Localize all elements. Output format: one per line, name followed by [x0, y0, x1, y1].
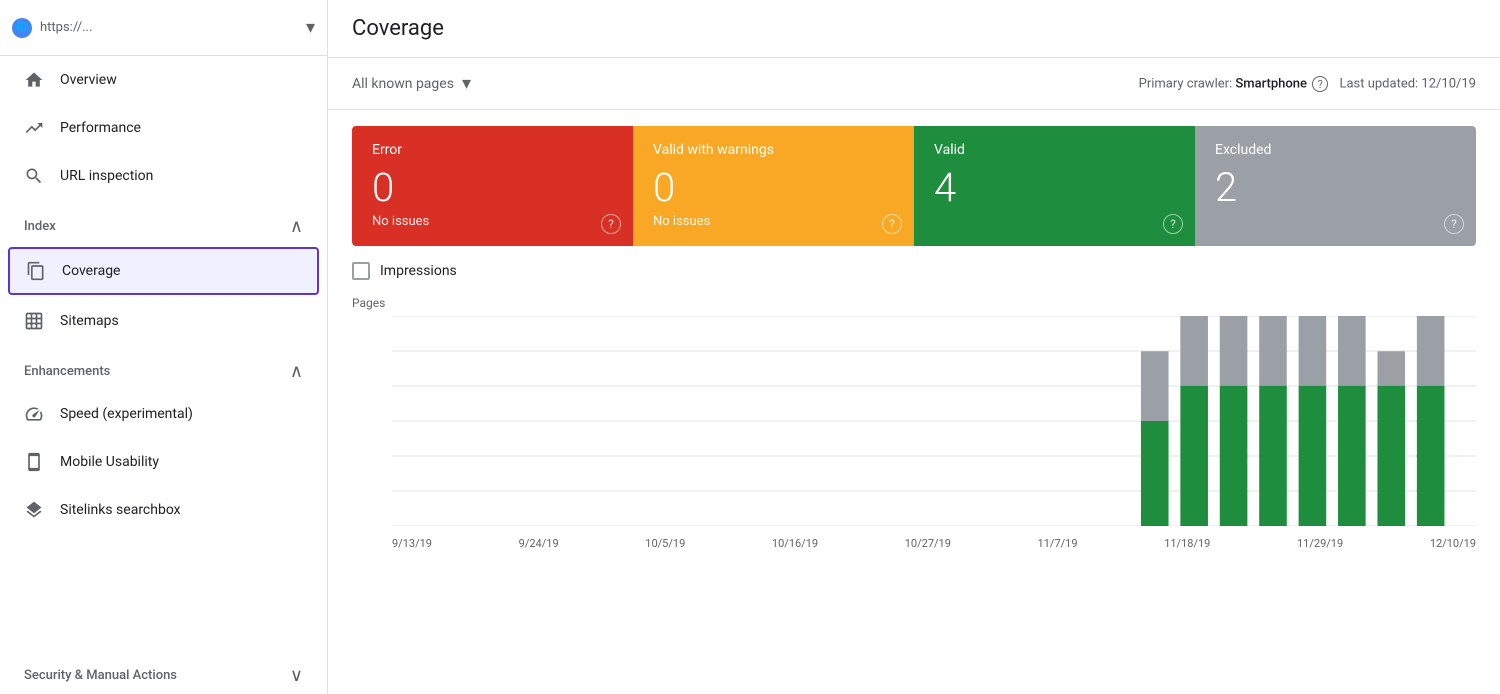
enhancements-section-header: Enhancements ∧: [0, 345, 327, 390]
performance-label: Performance: [60, 120, 141, 136]
phone-icon: [24, 452, 44, 472]
last-updated-prefix: Last updated:: [1339, 76, 1421, 91]
trending-up-icon: [24, 118, 44, 138]
url-dropdown-arrow[interactable]: ▾: [306, 17, 315, 38]
error-card-subtitle: No issues: [372, 214, 613, 229]
sidebar-item-sitelinks[interactable]: Sitelinks searchbox: [0, 486, 327, 534]
status-cards: Error 0 No issues ? Valid with warnings …: [352, 126, 1476, 246]
layers-icon: [24, 500, 44, 520]
sidebar-item-coverage[interactable]: Coverage: [8, 247, 319, 295]
sidebar-item-sitemaps[interactable]: Sitemaps: [0, 297, 327, 345]
impressions-toggle[interactable]: Impressions: [352, 262, 1476, 280]
sidebar-item-performance[interactable]: Performance: [0, 104, 327, 152]
valid-card-count: 4: [934, 166, 1175, 210]
main-content: Coverage All known pages ▾ Primary crawl…: [328, 0, 1500, 694]
site-url: https://...: [40, 20, 298, 35]
sidebar: 🌐 https://... ▾ Overview Performance URL…: [0, 0, 328, 694]
security-section-header: Security & Manual Actions ∨: [0, 649, 327, 694]
filter-dropdown[interactable]: All known pages ▾: [352, 73, 471, 94]
url-inspection-label: URL inspection: [60, 168, 153, 184]
excluded-card-title: Excluded: [1215, 142, 1456, 158]
index-collapse-chevron[interactable]: ∧: [290, 216, 303, 237]
sidebar-item-url-inspection[interactable]: URL inspection: [0, 152, 327, 200]
home-icon: [24, 70, 44, 90]
valid-help-icon[interactable]: ?: [1163, 214, 1183, 234]
x-label-3: 10/16/19: [772, 537, 818, 550]
x-label-8: 12/10/19: [1430, 537, 1476, 550]
mobile-label: Mobile Usability: [60, 454, 159, 470]
x-label-6: 11/18/19: [1164, 537, 1210, 550]
security-collapse-chevron[interactable]: ∨: [290, 665, 303, 686]
excluded-card[interactable]: Excluded 2 ?: [1195, 126, 1476, 246]
enhancements-section-label: Enhancements: [24, 364, 110, 379]
sidebar-item-mobile[interactable]: Mobile Usability: [0, 438, 327, 486]
warning-card-subtitle: No issues: [653, 214, 894, 229]
index-section-header: Index ∧: [0, 200, 327, 245]
url-bar[interactable]: 🌐 https://... ▾: [0, 0, 327, 56]
sidebar-item-overview[interactable]: Overview: [0, 56, 327, 104]
index-section-label: Index: [24, 219, 56, 234]
chart-container: Pages 6 4 2 0: [352, 296, 1476, 556]
crawler-name: Smartphone: [1235, 76, 1307, 91]
filter-label: All known pages: [352, 76, 454, 92]
warning-help-icon[interactable]: ?: [882, 214, 902, 234]
overview-label: Overview: [60, 72, 117, 88]
speed-label: Speed (experimental): [60, 406, 193, 422]
crawler-prefix: Primary crawler:: [1139, 76, 1236, 91]
x-label-4: 10/27/19: [905, 537, 951, 550]
x-label-5: 11/7/19: [1038, 537, 1078, 550]
sidebar-item-speed[interactable]: Speed (experimental): [0, 390, 327, 438]
coverage-icon: [26, 261, 46, 281]
chart-area: 6 4 2 0: [392, 316, 1476, 526]
toolbar: All known pages ▾ Primary crawler: Smart…: [328, 58, 1500, 110]
warning-card-title: Valid with warnings: [653, 142, 894, 158]
meta-info: Primary crawler: Smartphone ? Last updat…: [1139, 76, 1476, 92]
sitemaps-label: Sitemaps: [60, 313, 119, 329]
impressions-label: Impressions: [380, 263, 457, 279]
enhancements-collapse-chevron[interactable]: ∧: [290, 361, 303, 382]
excluded-card-count: 2: [1215, 166, 1456, 210]
filter-dropdown-arrow[interactable]: ▾: [462, 73, 471, 94]
sitemaps-icon: [24, 311, 44, 331]
error-help-icon[interactable]: ?: [601, 214, 621, 234]
impressions-checkbox[interactable]: [352, 262, 370, 280]
last-updated: 12/10/19: [1421, 76, 1476, 91]
warning-card-count: 0: [653, 166, 894, 210]
coverage-label: Coverage: [62, 263, 120, 279]
security-section-label: Security & Manual Actions: [24, 668, 177, 683]
warning-card[interactable]: Valid with warnings 0 No issues ?: [633, 126, 914, 246]
error-card-count: 0: [372, 166, 613, 210]
chart-section: Impressions Pages 6 4 2: [352, 262, 1476, 678]
chart-svg: 6 4 2 0: [392, 316, 1476, 526]
error-card-title: Error: [372, 142, 613, 158]
search-icon: [24, 166, 44, 186]
x-label-0: 9/13/19: [392, 537, 432, 550]
help-circle-icon: ?: [1312, 76, 1328, 92]
site-favicon: 🌐: [12, 18, 32, 38]
valid-card-title: Valid: [934, 142, 1175, 158]
x-label-7: 11/29/19: [1297, 537, 1343, 550]
x-label-2: 10/5/19: [645, 537, 685, 550]
error-card[interactable]: Error 0 No issues ?: [352, 126, 633, 246]
y-axis-label: Pages: [352, 296, 385, 310]
x-label-1: 9/24/19: [519, 537, 559, 550]
valid-card[interactable]: Valid 4 ?: [914, 126, 1195, 246]
page-title: Coverage: [328, 0, 1500, 58]
sitelinks-label: Sitelinks searchbox: [60, 502, 181, 518]
excluded-help-icon[interactable]: ?: [1444, 214, 1464, 234]
speed-icon: [24, 404, 44, 424]
